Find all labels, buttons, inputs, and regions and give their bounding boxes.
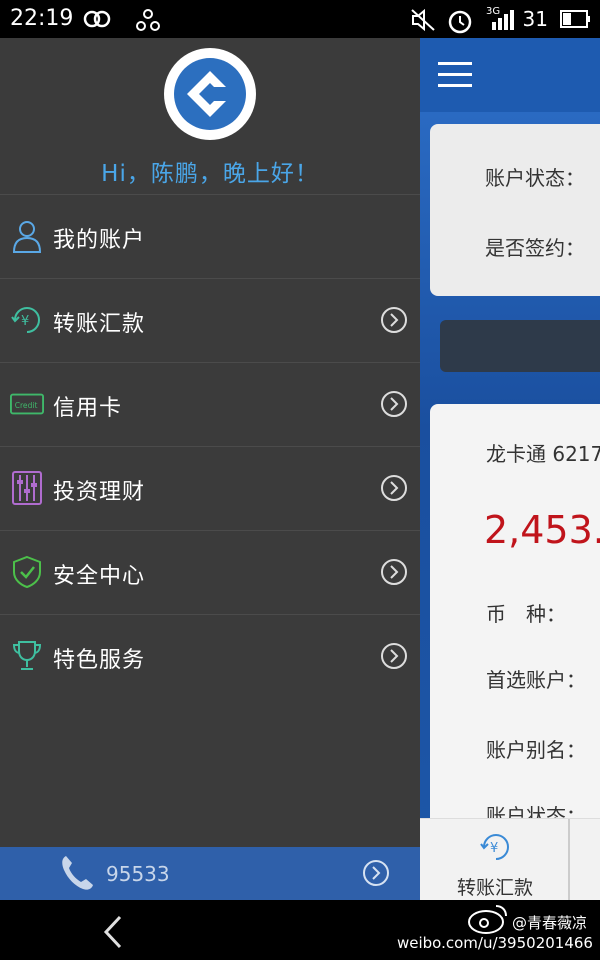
trophy-icon [10, 639, 44, 673]
back-icon[interactable] [100, 914, 128, 950]
menu-label: 投资理财 [53, 480, 146, 505]
chevron-right-icon[interactable] [380, 306, 408, 334]
weibo-logo-icon [468, 905, 507, 934]
watermark-url: weibo.com/u/3950201466 [397, 934, 593, 952]
tab-transfer[interactable]: 转账汇款 [457, 873, 533, 900]
menu-item-investment[interactable]: 投资理财 [0, 446, 420, 530]
status-bar: 22:19 3G 31 [0, 0, 600, 38]
user-icon [10, 219, 44, 253]
menu-label: 安全中心 [53, 564, 146, 589]
battery-icon [560, 10, 590, 28]
menu-item-transfer[interactable]: ¥ 转账汇款 [0, 278, 420, 362]
watermark-handle: @青春薇凉 [512, 914, 588, 932]
alarm-icon [448, 10, 472, 34]
signal-icon [492, 10, 514, 30]
ccb-logo-icon [174, 58, 246, 130]
tab-divider [568, 819, 570, 900]
menu-label: 我的账户 [53, 228, 146, 253]
balance-amount: 2,453.5 [484, 508, 600, 552]
status-time: 22:19 [10, 6, 74, 31]
menu-icon[interactable] [438, 62, 472, 88]
card-name: 龙卡通 6217 [486, 442, 600, 466]
side-drawer: Hi，陈鹏，晚上好！ 我的账户 ¥ 转账汇款 Credit 信用卡 投资理财 安… [0, 38, 420, 900]
preferred-account-label: 首选账户： [486, 668, 586, 692]
account-status-label: 账户状态： [485, 166, 585, 190]
yuan-transfer-icon: ¥ [10, 303, 44, 337]
chevron-right-icon[interactable] [380, 558, 408, 586]
chevron-right-icon[interactable] [380, 474, 408, 502]
svg-text:¥: ¥ [490, 841, 498, 856]
svg-text:¥: ¥ [21, 314, 29, 329]
bottom-tab-bar: ¥ 转账汇款 [420, 818, 600, 900]
mute-icon [411, 8, 435, 32]
menu-item-security[interactable]: 安全中心 [0, 530, 420, 614]
battery-percent: 31 [522, 7, 548, 31]
main-content: 账户状态： 是否签约： 龙卡通 6217 2,453.5 币 种： 首选账户： … [420, 38, 600, 900]
phone-icon [62, 856, 93, 890]
shield-icon [10, 555, 44, 589]
drawer-menu: 我的账户 ¥ 转账汇款 Credit 信用卡 投资理财 安全中心 特色服务 [0, 194, 420, 698]
account-alias-label: 账户别名： [486, 738, 586, 762]
credit-card-icon: Credit [10, 387, 44, 421]
menu-item-special-services[interactable]: 特色服务 [0, 614, 420, 698]
account-status-card: 账户状态： 是否签约： [430, 124, 600, 296]
menu-label: 信用卡 [53, 396, 123, 421]
yuan-transfer-icon: ¥ [480, 834, 509, 860]
menu-item-my-account[interactable]: 我的账户 [0, 194, 420, 278]
chevron-right-icon[interactable] [380, 390, 408, 418]
svg-text:Credit: Credit [15, 401, 38, 410]
menu-label: 特色服务 [53, 648, 146, 673]
abacus-icon [10, 471, 44, 505]
hotline-bar[interactable]: 95533 [0, 847, 420, 900]
chevron-right-icon[interactable] [380, 642, 408, 670]
chevron-right-icon[interactable] [362, 859, 390, 887]
hotline-number: 95533 [106, 862, 170, 886]
section-header-bar [440, 320, 600, 372]
main-topbar [420, 38, 600, 112]
menu-item-credit-card[interactable]: Credit 信用卡 [0, 362, 420, 446]
bank-logo-avatar [164, 48, 256, 140]
greeting-text: Hi，陈鹏，晚上好！ [101, 161, 319, 187]
currency-label: 币 种： [486, 602, 566, 626]
card-balance-card[interactable]: 龙卡通 6217 2,453.5 币 种： 首选账户： 账户别名： 账户状态： [430, 404, 600, 844]
signed-label: 是否签约： [485, 236, 585, 260]
menu-label: 转账汇款 [53, 312, 146, 337]
loop-icon [83, 10, 111, 28]
fan-icon [136, 9, 160, 31]
